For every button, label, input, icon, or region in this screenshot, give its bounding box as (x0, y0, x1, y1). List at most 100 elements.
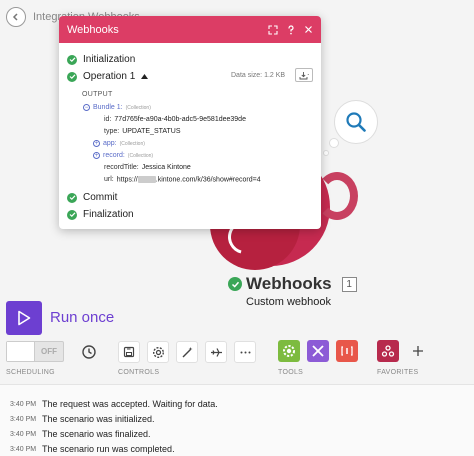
module-connector (316, 172, 358, 220)
search-icon (346, 112, 366, 132)
bundle-row[interactable]: − Bundle 1: (Collection) (83, 104, 151, 111)
url-suffix: .kintone.com/k/36/show#record=4 (155, 176, 261, 184)
run-once-button[interactable] (6, 301, 42, 335)
module-title: Webhooks (246, 274, 332, 293)
clock-icon (82, 345, 96, 359)
log-time: 3:40 PM (10, 431, 37, 438)
log-entry: 3:40 PM The request was accepted. Waitin… (10, 399, 218, 409)
tools-flow-control-button[interactable] (278, 340, 300, 362)
step-initialization[interactable]: Initialization (67, 54, 135, 65)
toggle-state: OFF (41, 347, 57, 356)
output-label: OUTPUT (82, 91, 113, 98)
caret-up-icon[interactable] (141, 74, 149, 79)
log-time: 3:40 PM (10, 401, 37, 408)
field-key: app: (103, 140, 117, 147)
webhooks-output-popup: Webhooks Initialization Operation 1 Data… (59, 16, 321, 229)
close-icon[interactable] (302, 23, 315, 36)
step-label: Finalization (83, 209, 134, 220)
auto-align-button[interactable] (176, 341, 198, 363)
scheduling-section-label: SCHEDULING (6, 369, 55, 376)
log-message: The scenario was initialized. (42, 414, 155, 424)
magic-wand-icon (182, 346, 192, 357)
bundle-tag: (Collection) (125, 104, 151, 111)
favorites-section-label: FAVORITES (377, 369, 419, 376)
success-check-icon (67, 71, 77, 82)
field-record-title: recordTitle: Jessica Kintone (104, 164, 191, 171)
success-check-icon (67, 54, 77, 65)
field-record[interactable]: + record: (Collection) (93, 152, 153, 159)
field-url: url: https:// .kintone.com/k/36/show#reco… (104, 176, 261, 183)
tools-section-label: TOOLS (278, 369, 304, 376)
plus-icon (413, 346, 423, 356)
favorite-webhooks-button[interactable] (377, 340, 399, 362)
play-icon (18, 310, 31, 326)
field-value: UPDATE_STATUS (122, 128, 181, 135)
toggle-knob (7, 342, 35, 361)
log-entry: 3:40 PM The scenario was initialized. (10, 414, 155, 424)
tools-text-parser-button[interactable] (336, 340, 358, 362)
webhook-icon (381, 345, 395, 357)
back-button[interactable] (6, 7, 26, 27)
help-icon[interactable] (284, 23, 297, 36)
step-label: Operation 1 (83, 71, 136, 82)
arrow-left-icon (12, 13, 18, 21)
scheduling-toggle[interactable]: OFF (6, 341, 64, 362)
step-finalization[interactable]: Finalization (67, 209, 134, 220)
field-key: url: (104, 176, 114, 184)
data-size: Data size: 1.2 KB (231, 72, 286, 79)
more-horizontal-icon (240, 351, 250, 353)
execution-log: 3:40 PM The request was accepted. Waitin… (0, 384, 474, 456)
explain-flow-button[interactable] (205, 341, 227, 363)
log-message: The request was accepted. Waiting for da… (42, 399, 218, 409)
log-message: The scenario run was completed. (42, 444, 175, 454)
controls-section-label: CONTROLS (118, 369, 160, 376)
gear-icon (152, 346, 164, 358)
module-operation-count: 1 (341, 276, 357, 292)
collapse-icon[interactable]: − (83, 104, 90, 111)
download-output-button[interactable] (295, 68, 313, 82)
success-check-icon (67, 209, 77, 220)
save-icon (123, 346, 135, 358)
popup-title: Webhooks (67, 23, 119, 36)
more-controls-button[interactable] (234, 341, 256, 363)
field-value: Jessica Kintone (141, 164, 191, 171)
run-once-label[interactable]: Run once (50, 309, 114, 326)
expand-icon[interactable] (266, 23, 279, 36)
field-key: type: (104, 128, 120, 135)
tools-router-button[interactable] (307, 340, 329, 362)
schedule-settings-button[interactable] (78, 341, 100, 363)
tools-cross-icon (312, 345, 324, 357)
search-bubble[interactable] (334, 100, 378, 144)
log-entry: 3:40 PM The scenario was finalized. (10, 429, 151, 439)
bubble-dot (323, 150, 329, 156)
bundle-key: Bundle 1: (93, 104, 123, 111)
module-subtitle: Custom webhook (246, 296, 331, 308)
log-time: 3:40 PM (10, 416, 37, 423)
scenario-settings-button[interactable] (147, 341, 169, 363)
field-value: https:// .kintone.com/k/36/show#record=4 (117, 176, 261, 183)
field-value: 77d765fe-a90a-4b0b-adc5-9e581dee39de (114, 116, 246, 123)
success-check-icon (67, 192, 77, 203)
log-entry: 3:40 PM The scenario run was completed. (10, 444, 175, 454)
field-tag: (Collection) (119, 140, 145, 147)
field-app[interactable]: + app: (Collection) (93, 140, 145, 147)
popup-header: Webhooks (59, 16, 321, 43)
field-key: id: (104, 116, 112, 123)
step-commit[interactable]: Commit (67, 192, 117, 203)
text-parser-icon (341, 346, 353, 356)
step-operation-1[interactable]: Operation 1 (67, 71, 149, 82)
module-label: Webhooks 1 (228, 274, 357, 294)
expand-plus-icon[interactable]: + (93, 152, 100, 159)
step-label: Initialization (83, 54, 136, 65)
step-label: Commit (83, 192, 118, 203)
gear-icon (283, 345, 295, 357)
add-favorite-button[interactable] (407, 340, 429, 362)
download-icon (299, 71, 309, 79)
airplane-icon (210, 347, 222, 357)
log-message: The scenario was finalized. (42, 429, 151, 439)
field-key: recordTitle: (104, 164, 139, 171)
save-button[interactable] (118, 341, 140, 363)
expand-plus-icon[interactable]: + (93, 140, 100, 147)
log-time: 3:40 PM (10, 446, 37, 453)
url-prefix: https:// (116, 176, 138, 184)
